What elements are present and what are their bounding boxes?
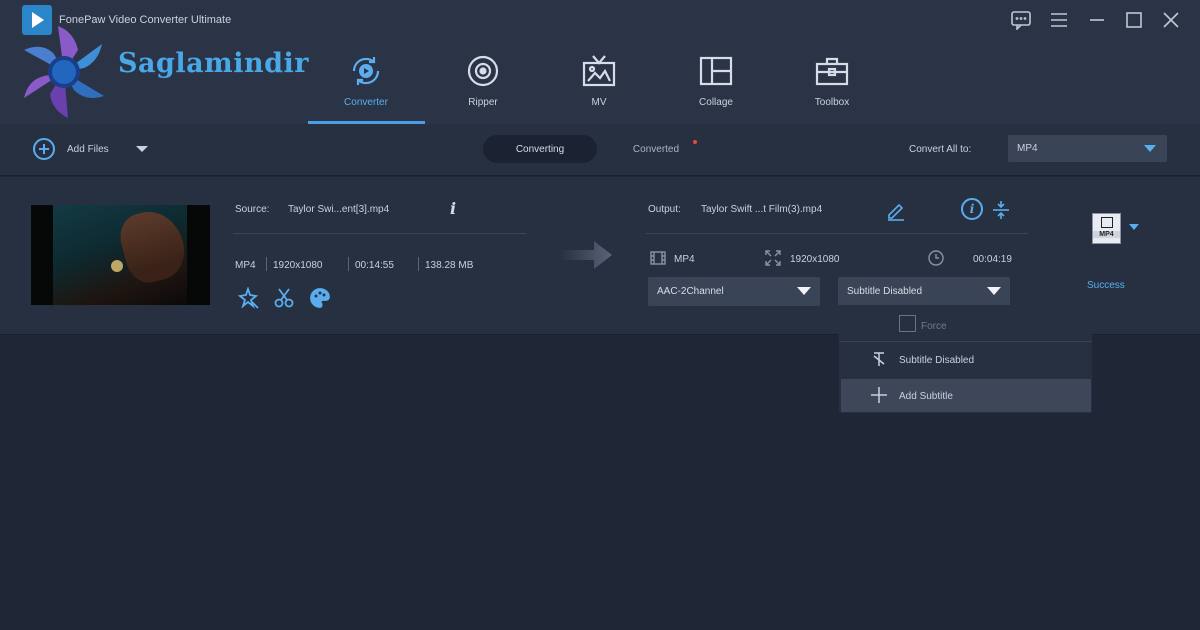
tab-converted[interactable]: Converted [616, 135, 696, 163]
output-format: MP4 [674, 254, 695, 265]
compress-icon[interactable] [990, 199, 1012, 221]
output-filename: Taylor Swift ...t Film(3).mp4 [701, 204, 823, 215]
toolbar: Add Files Converting Converted Convert A… [0, 124, 1200, 176]
add-icon [33, 138, 55, 160]
collage-icon [698, 53, 734, 89]
audio-track-select[interactable]: AAC-2Channel [648, 277, 820, 306]
arrow-right-icon [560, 241, 612, 269]
subtitle-dropdown-menu: Force Subtitle Disabled Add Subtitle [839, 305, 1092, 413]
add-files-label: Add Files [67, 143, 109, 155]
menu-icon[interactable] [1047, 8, 1071, 32]
app-window: FonePaw Video Converter Ultimate Saglami… [0, 0, 1200, 630]
top-bar: FonePaw Video Converter Ultimate Saglami… [0, 0, 1200, 124]
convert-all-format-select[interactable]: MP4 [1008, 135, 1167, 162]
source-resolution: 1920x1080 [273, 260, 323, 271]
tab-collage[interactable]: Collage [658, 48, 774, 124]
feedback-icon[interactable] [1009, 8, 1033, 32]
tab-toolbox[interactable]: Toolbox [774, 48, 890, 124]
toolbox-icon [814, 53, 850, 89]
output-duration: 00:04:19 [973, 254, 1012, 265]
tv-icon [581, 53, 617, 89]
tab-label: MV [591, 97, 607, 108]
chevron-down-icon [1144, 145, 1156, 152]
edit-icon[interactable] [885, 199, 907, 221]
video-thumbnail[interactable] [31, 205, 210, 305]
menu-item-label: Add Subtitle [899, 391, 953, 402]
output-label: Output: [648, 204, 681, 215]
film-icon [1101, 217, 1113, 228]
enhance-icon[interactable] [237, 286, 259, 309]
clock-icon [928, 250, 944, 271]
convert-all-label: Convert All to: [909, 144, 972, 155]
format-dropdown-icon[interactable] [1129, 224, 1139, 230]
notification-dot [693, 140, 697, 144]
force-label: Force [921, 321, 947, 332]
output-format-badge[interactable]: MP4 [1092, 213, 1121, 244]
force-checkbox[interactable] [899, 315, 916, 332]
watermark-text: Saglamindir [118, 48, 309, 79]
film-icon [650, 250, 666, 271]
converter-icon [348, 53, 384, 89]
tab-ripper[interactable]: Ripper [425, 48, 541, 124]
watermark-logo [24, 26, 104, 118]
add-files-button[interactable]: Add Files [32, 137, 109, 161]
chevron-down-icon [987, 287, 1001, 295]
output-info-icon[interactable]: i [961, 198, 983, 220]
add-files-dropdown-icon[interactable] [136, 146, 148, 152]
convert-all-format-value: MP4 [1017, 143, 1038, 154]
menu-item-subtitle-disabled[interactable]: Subtitle Disabled [841, 343, 1091, 376]
subtitle-value: Subtitle Disabled [847, 286, 923, 297]
tab-converter[interactable]: Converter [308, 48, 424, 124]
tab-label: Toolbox [814, 97, 850, 108]
audio-track-value: AAC-2Channel [657, 286, 724, 297]
source-filename: Taylor Swi...ent[3].mp4 [288, 204, 390, 215]
tab-converting[interactable]: Converting [483, 135, 597, 163]
tab-label: Collage [699, 97, 733, 108]
plus-icon [871, 387, 887, 403]
minimize-icon[interactable] [1085, 8, 1109, 32]
source-format: MP4 [235, 260, 256, 271]
subtitle-off-icon [871, 351, 887, 367]
menu-item-label: Subtitle Disabled [899, 355, 975, 366]
palette-icon[interactable] [309, 287, 331, 309]
source-label: Source: [235, 204, 270, 215]
tab-label: Ripper [468, 97, 498, 108]
chevron-down-icon [797, 287, 811, 295]
source-duration: 00:14:55 [355, 260, 394, 271]
subtitle-select[interactable]: Subtitle Disabled [838, 277, 1010, 306]
source-info-icon[interactable]: i [450, 199, 456, 218]
format-badge-label: MP4 [1093, 231, 1120, 238]
output-resolution: 1920x1080 [790, 254, 840, 265]
disc-icon [465, 53, 501, 89]
cut-icon[interactable] [273, 287, 295, 309]
maximize-icon[interactable] [1122, 8, 1146, 32]
status-label: Success [1087, 280, 1125, 291]
source-size: 138.28 MB [425, 260, 474, 271]
tab-label: Converter [344, 97, 388, 108]
tab-mv[interactable]: MV [541, 48, 657, 124]
resolution-icon [765, 250, 781, 271]
close-icon[interactable] [1159, 8, 1183, 32]
menu-item-add-subtitle[interactable]: Add Subtitle [841, 379, 1091, 412]
